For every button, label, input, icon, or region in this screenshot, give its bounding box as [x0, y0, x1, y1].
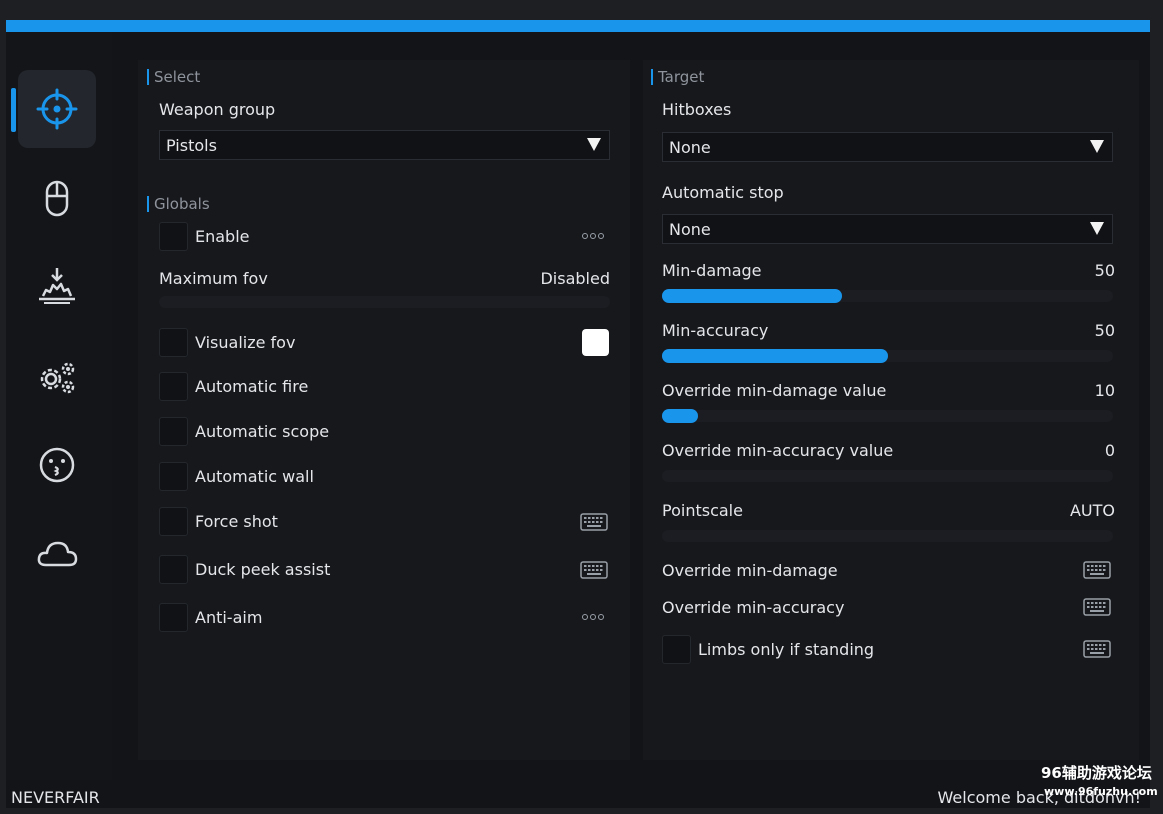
- pointscale-value: AUTO: [1069, 501, 1115, 520]
- min-accuracy-slider[interactable]: [662, 349, 1113, 363]
- active-tab-indicator: [11, 88, 16, 132]
- left-panel: Select Weapon group Pistols Globals Enab…: [138, 60, 630, 760]
- max-fov-label: Maximum fov: [159, 269, 268, 288]
- limbs-only-label: Limbs only if standing: [698, 640, 875, 659]
- automatic-fire-checkbox[interactable]: [159, 372, 188, 401]
- limbs-only-checkbox[interactable]: [662, 635, 691, 664]
- auto-stop-label: Automatic stop: [662, 183, 784, 202]
- pointscale-label: Pointscale: [662, 501, 743, 520]
- watermark-url: www.96fuzhu.com: [1044, 785, 1158, 798]
- override-min-damage-slider-fill: [662, 409, 699, 423]
- force-shot-checkbox[interactable]: [159, 507, 188, 536]
- face-icon: [39, 447, 75, 483]
- visualize-fov-color-swatch[interactable]: [582, 329, 609, 356]
- select-section-title: Select: [147, 69, 200, 85]
- sidebar-item-visuals[interactable]: [18, 248, 96, 326]
- sidebar-item-mouse[interactable]: [18, 160, 96, 238]
- target-section-title: Target: [651, 69, 704, 85]
- min-accuracy-label: Min-accuracy: [662, 321, 769, 340]
- accent-topbar: [6, 20, 1150, 32]
- automatic-wall-label: Automatic wall: [195, 467, 314, 486]
- dropdown-arrow-icon: [1090, 140, 1104, 153]
- duck-peek-label: Duck peek assist: [195, 560, 331, 579]
- visualize-fov-checkbox[interactable]: [159, 328, 188, 357]
- dropdown-arrow-icon: [587, 138, 601, 151]
- override-min-damage-keybind-icon[interactable]: [1083, 561, 1111, 579]
- max-fov-value: Disabled: [540, 269, 610, 288]
- min-damage-label: Min-damage: [662, 261, 762, 280]
- anti-aim-label: Anti-aim: [195, 608, 263, 627]
- duck-peek-checkbox[interactable]: [159, 555, 188, 584]
- enable-options-icon[interactable]: [582, 231, 608, 241]
- min-damage-slider-fill: [662, 289, 843, 303]
- hitboxes-value: None: [669, 137, 711, 157]
- weapon-group-label: Weapon group: [159, 100, 276, 119]
- automatic-scope-checkbox[interactable]: [159, 417, 188, 446]
- automatic-wall-checkbox[interactable]: [159, 462, 188, 491]
- force-shot-keybind-icon[interactable]: [580, 513, 608, 531]
- anti-aim-checkbox[interactable]: [159, 603, 188, 632]
- gears-icon: [40, 362, 75, 394]
- sidebar-item-aim[interactable]: [18, 70, 96, 148]
- automatic-scope-label: Automatic scope: [195, 422, 330, 441]
- max-fov-slider[interactable]: [159, 296, 610, 308]
- override-min-damage-label: Override min-damage: [662, 561, 838, 580]
- brand-label: NEVERFAIR: [11, 788, 100, 807]
- pointscale-slider[interactable]: [662, 530, 1113, 542]
- automatic-fire-label: Automatic fire: [195, 377, 309, 396]
- auto-stop-value: None: [669, 219, 711, 239]
- globals-section-title: Globals: [147, 196, 210, 212]
- weapon-group-dropdown[interactable]: Pistols: [159, 130, 610, 160]
- override-min-accuracy-keybind-icon[interactable]: [1083, 598, 1111, 616]
- watermark-title: 96辅助游戏论坛: [1041, 764, 1152, 782]
- sidebar-item-cloud[interactable]: [18, 516, 96, 594]
- limbs-only-keybind-icon[interactable]: [1083, 640, 1111, 658]
- override-min-damage-value-label: Override min-damage value: [662, 381, 887, 400]
- min-accuracy-slider-fill: [662, 349, 888, 363]
- visualize-fov-label: Visualize fov: [195, 333, 296, 352]
- min-damage-value: 50: [1094, 261, 1115, 280]
- explosion-icon: [39, 268, 75, 304]
- sidebar: [6, 32, 112, 780]
- enable-checkbox[interactable]: [159, 222, 188, 251]
- override-min-damage-value: 10: [1094, 381, 1115, 400]
- cloud-icon: [37, 541, 78, 567]
- override-min-damage-slider[interactable]: [662, 409, 1113, 423]
- weapon-group-value: Pistols: [166, 135, 217, 155]
- min-accuracy-value: 50: [1094, 321, 1115, 340]
- dropdown-arrow-icon: [1090, 222, 1104, 235]
- crosshair-icon: [36, 88, 78, 130]
- override-min-accuracy-slider[interactable]: [662, 470, 1113, 482]
- app-window: Select Weapon group Pistols Globals Enab…: [6, 20, 1150, 808]
- sidebar-item-misc[interactable]: [18, 338, 96, 416]
- duck-peek-keybind-icon[interactable]: [580, 561, 608, 579]
- hitboxes-dropdown[interactable]: None: [662, 132, 1113, 162]
- min-damage-slider[interactable]: [662, 289, 1113, 303]
- right-panel: Target Hitboxes None Automatic stop None…: [643, 60, 1139, 760]
- override-min-accuracy-value: 0: [1104, 441, 1115, 460]
- force-shot-label: Force shot: [195, 512, 278, 531]
- hitboxes-label: Hitboxes: [662, 100, 732, 119]
- override-min-accuracy-value-label: Override min-accuracy value: [662, 441, 894, 460]
- enable-label: Enable: [195, 227, 250, 246]
- anti-aim-options-icon[interactable]: [582, 612, 608, 622]
- mouse-icon: [45, 180, 69, 217]
- override-min-accuracy-label: Override min-accuracy: [662, 598, 845, 617]
- sidebar-item-skins[interactable]: [18, 426, 96, 504]
- auto-stop-dropdown[interactable]: None: [662, 214, 1113, 244]
